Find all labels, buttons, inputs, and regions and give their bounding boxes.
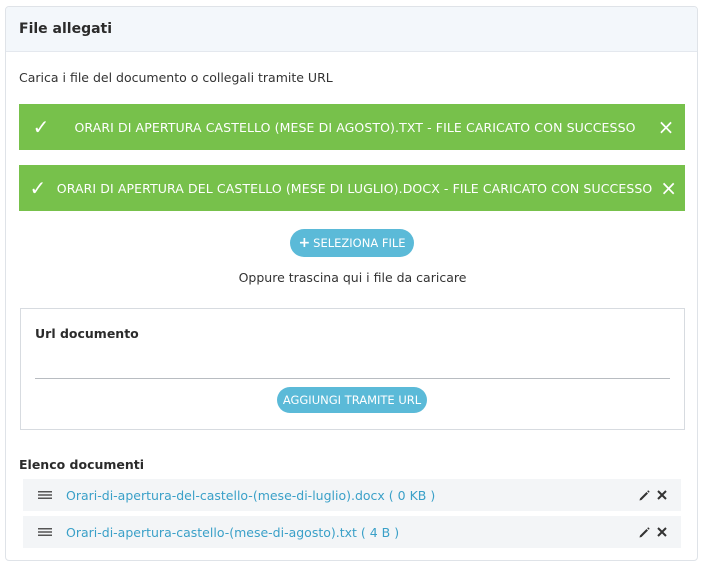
- check-icon: ✓: [32, 115, 50, 139]
- drag-handle-icon[interactable]: [23, 528, 66, 536]
- document-link[interactable]: Orari-di-apertura-castello-(mese-di-agos…: [66, 525, 635, 540]
- panel-title: File allegati: [19, 21, 113, 37]
- select-file-label: SELEZIONA FILE: [313, 236, 406, 250]
- remove-icon[interactable]: [653, 489, 671, 501]
- panel-header: File allegati: [6, 7, 697, 52]
- attachments-panel: File allegati Carica i file del document…: [5, 6, 698, 561]
- url-section: Url documento AGGIUNGI TRAMITE URL: [20, 308, 685, 430]
- document-actions: [635, 526, 681, 539]
- document-link[interactable]: Orari-di-apertura-del-castello-(mese-di-…: [66, 488, 635, 503]
- success-alert: ✓ ORARI DI APERTURA CASTELLO (MESE DI AG…: [19, 104, 685, 150]
- alert-message: ORARI DI APERTURA DEL CASTELLO (MESE DI …: [56, 180, 653, 196]
- edit-icon[interactable]: [635, 526, 653, 539]
- close-icon[interactable]: ×: [652, 176, 685, 200]
- edit-icon[interactable]: [635, 489, 653, 502]
- select-file-button[interactable]: + SELEZIONA FILE: [290, 229, 414, 257]
- add-by-url-button[interactable]: AGGIUNGI TRAMITE URL: [277, 387, 427, 413]
- url-label: Url documento: [35, 326, 139, 341]
- drag-handle-icon[interactable]: [23, 491, 66, 499]
- plus-icon: +: [298, 235, 311, 251]
- list-item: Orari-di-apertura-del-castello-(mese-di-…: [23, 479, 681, 511]
- alert-message: ORARI DI APERTURA CASTELLO (MESE DI AGOS…: [74, 119, 636, 135]
- documents-title: Elenco documenti: [19, 457, 145, 472]
- intro-text: Carica i file del documento o collegali …: [19, 70, 333, 85]
- drop-zone-hint[interactable]: Oppure trascina qui i file da caricare: [6, 270, 697, 285]
- url-input[interactable]: [35, 353, 670, 379]
- list-item: Orari-di-apertura-castello-(mese-di-agos…: [23, 516, 681, 548]
- success-alert: ✓ ORARI DI APERTURA DEL CASTELLO (MESE D…: [19, 165, 685, 211]
- check-icon: ✓: [29, 176, 47, 200]
- close-icon[interactable]: ×: [647, 115, 685, 139]
- document-actions: [635, 489, 681, 502]
- remove-icon[interactable]: [653, 526, 671, 538]
